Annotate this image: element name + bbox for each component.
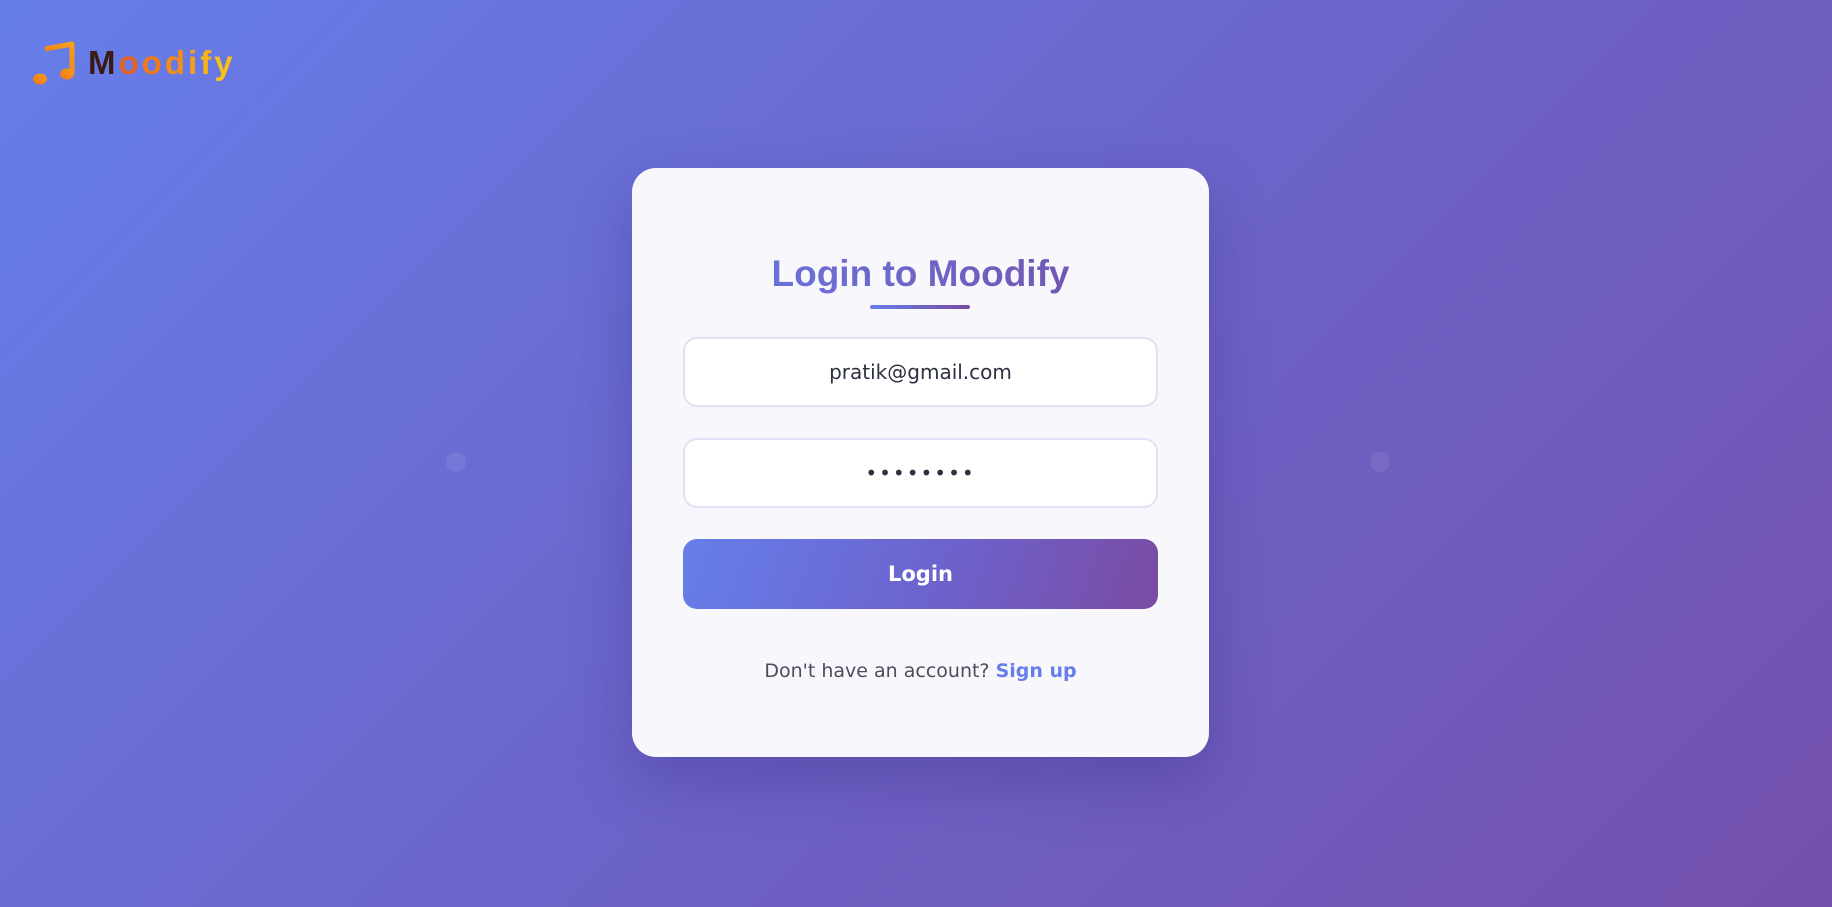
brand-letter: o [118,44,142,81]
decorative-dot [446,452,466,472]
login-button[interactable]: Login [683,539,1158,609]
music-note-icon [32,41,76,85]
decorative-dot [1370,452,1390,472]
email-field[interactable] [683,337,1158,407]
signup-prompt: Don't have an account? [764,660,990,682]
brand-name: Moodify [88,40,236,86]
brand-letter: o [141,44,165,81]
password-field[interactable] [683,438,1158,508]
brand-letter: f [200,44,215,81]
brand-letter: y [214,44,236,81]
brand-letter: M [88,44,119,81]
signup-prompt-line: Don't have an account? Sign up [632,660,1209,682]
signup-link[interactable]: Sign up [996,660,1077,682]
brand-logo[interactable]: Moodify [32,40,236,86]
title-underline [870,305,970,309]
page-title: Login to Moodify [632,252,1209,296]
brand-letter: i [188,44,201,81]
brand-letter: d [164,44,189,81]
login-card: Login to Moodify Login Don't have an acc… [632,168,1209,757]
